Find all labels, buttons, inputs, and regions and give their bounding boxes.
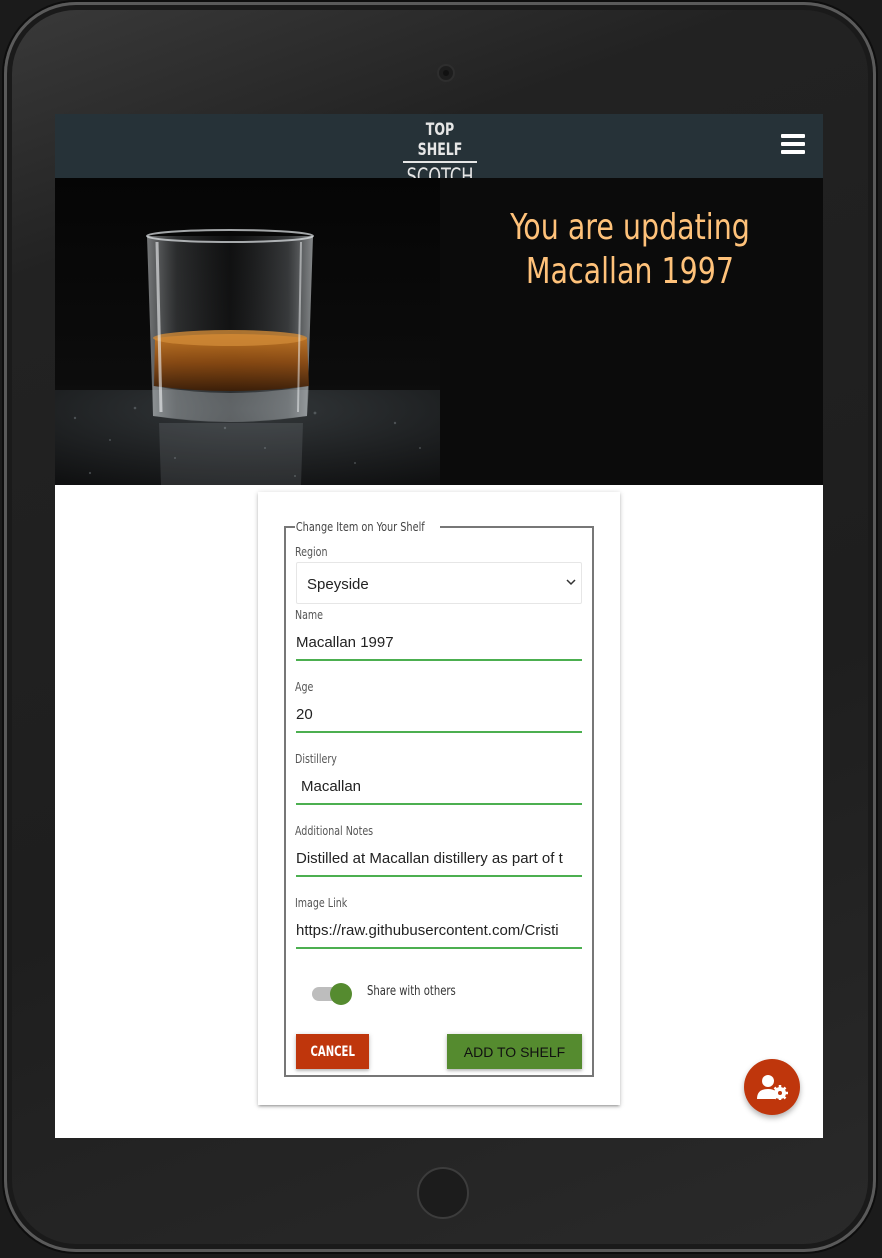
age-value: 20 <box>296 706 313 723</box>
hero-banner: You are updating Macallan 1997 <box>55 178 823 485</box>
region-label: Region <box>295 545 328 559</box>
notes-label: Additional Notes <box>295 824 374 838</box>
distillery-input[interactable]: Macallan <box>296 775 582 805</box>
screen: TOP SHELF SCOTCH <box>55 114 823 1138</box>
region-value: Speyside <box>307 576 369 593</box>
toggle-knob <box>330 983 352 1005</box>
notes-value: Distilled at Macallan distillery as part… <box>296 850 563 867</box>
cancel-label: CANCEL <box>310 1043 355 1060</box>
cancel-button[interactable]: CANCEL <box>296 1034 369 1069</box>
age-label: Age <box>295 680 314 694</box>
chevron-down-icon <box>566 579 576 586</box>
form-legend: Change Item on Your Shelf <box>295 520 425 534</box>
distillery-value: Macallan <box>301 778 362 795</box>
notes-input[interactable]: Distilled at Macallan distillery as part… <box>296 847 582 877</box>
add-to-shelf-button[interactable]: ADD TO SHELF <box>447 1034 582 1069</box>
logo-divider <box>403 161 477 163</box>
navbar: TOP SHELF SCOTCH <box>55 114 823 190</box>
user-settings-button[interactable] <box>744 1059 800 1115</box>
name-input[interactable]: Macallan 1997 <box>296 631 582 661</box>
name-label: Name <box>295 608 324 622</box>
distillery-label: Distillery <box>295 752 337 766</box>
age-input[interactable]: 20 <box>296 703 582 733</box>
hero-title: You are updating Macallan 1997 <box>510 207 750 292</box>
share-toggle[interactable] <box>312 983 352 1005</box>
image-link-input[interactable]: https://raw.githubusercontent.com/Cristi <box>296 919 582 949</box>
image-link-value: https://raw.githubusercontent.com/Cristi <box>296 922 559 939</box>
home-button[interactable] <box>417 1167 469 1219</box>
share-label: Share with others <box>367 984 456 999</box>
user-settings-icon <box>757 1075 788 1100</box>
region-select[interactable]: Speyside <box>296 562 582 604</box>
image-link-label: Image Link <box>295 896 348 910</box>
name-value: Macallan 1997 <box>296 634 394 651</box>
form-card: Change Item on Your Shelf Region Speysid… <box>258 492 620 1105</box>
hamburger-menu-icon[interactable] <box>781 134 805 158</box>
logo-line1: TOP SHELF <box>417 120 463 160</box>
whisky-glass-image <box>55 178 440 485</box>
camera-icon <box>437 64 455 82</box>
